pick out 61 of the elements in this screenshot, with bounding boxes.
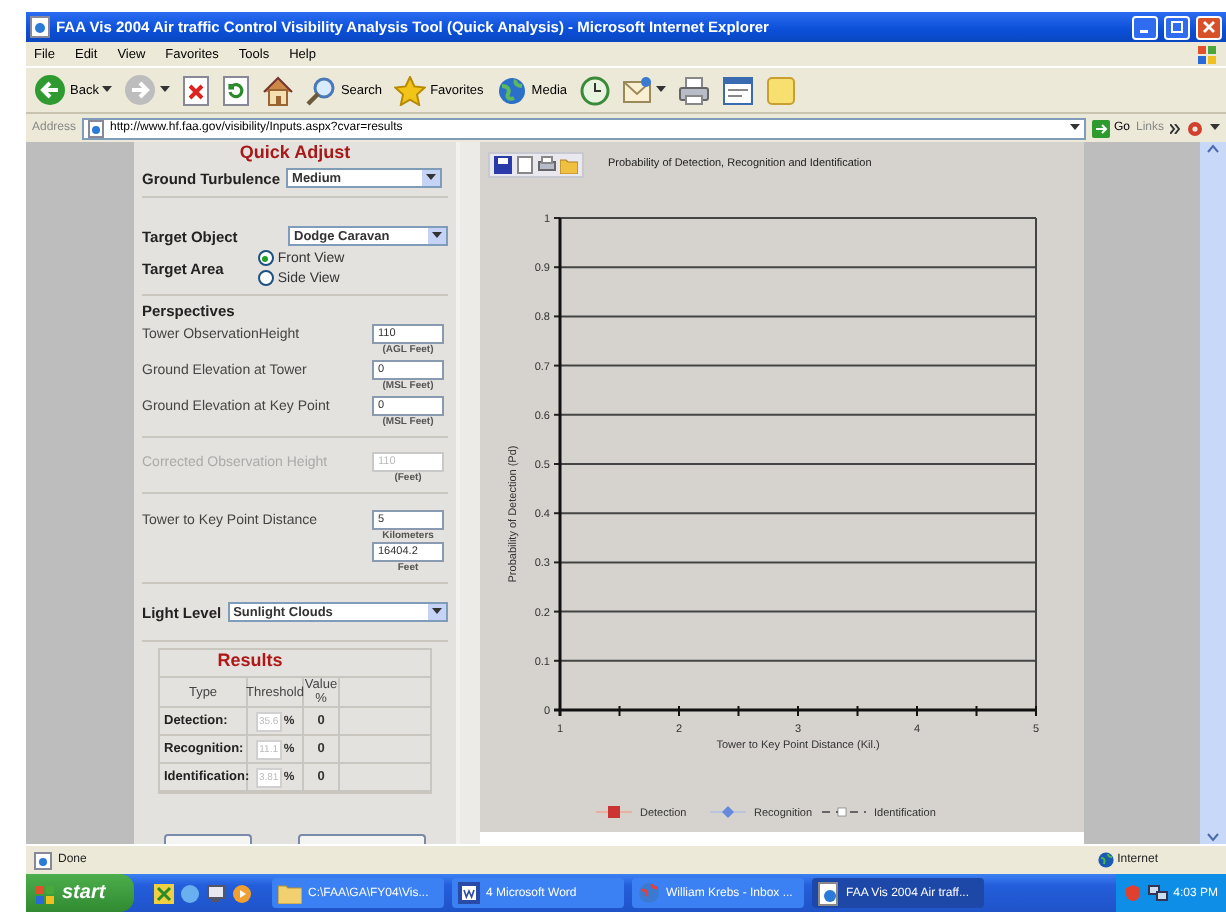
caret-icon: [1069, 124, 1080, 132]
print-button[interactable]: [675, 75, 712, 105]
cut-off-button[interactable]: [297, 834, 426, 844]
caret-icon: [426, 174, 437, 182]
globe-icon: [1097, 852, 1114, 868]
scroll-up-icon[interactable]: [1206, 142, 1220, 154]
globe-icon: [638, 882, 660, 904]
section-heading: Quick Adjust: [237, 142, 353, 162]
folder-icon: [278, 883, 302, 903]
caret-icon: [432, 232, 442, 240]
page-icon: [818, 881, 840, 905]
globe-icon: [495, 75, 528, 105]
caret-icon: [102, 86, 113, 94]
refresh-button[interactable]: [220, 75, 253, 105]
spreadsheet-icon[interactable]: [154, 883, 174, 903]
caret-icon: [655, 86, 666, 94]
globe-icon[interactable]: [180, 883, 200, 903]
magnifier-icon: [306, 75, 337, 105]
stop-icon: [182, 75, 211, 105]
envelope-icon: [621, 76, 654, 104]
caret-icon: [431, 608, 442, 616]
house-icon: [262, 75, 295, 105]
caret-icon: [1210, 124, 1220, 132]
scroll-down-icon[interactable]: [1206, 832, 1220, 844]
maximize-button[interactable]: [1164, 15, 1190, 39]
caret-icon: [160, 86, 171, 94]
printer-icon: [677, 75, 710, 105]
printer-icon[interactable]: [538, 156, 556, 174]
results-title: Results: [160, 650, 340, 678]
legend-square-marker-icon: [595, 806, 633, 818]
cut-off-button[interactable]: [164, 834, 253, 844]
maximize-icon: [1170, 20, 1184, 34]
stop-button[interactable]: [180, 75, 213, 105]
clock-icon: [579, 75, 610, 105]
media-player-icon[interactable]: [232, 883, 252, 903]
shield-icon: [1123, 884, 1142, 902]
page-icon: [30, 16, 50, 38]
legend-dashed-line-icon: [821, 807, 867, 817]
refresh-icon: [222, 75, 251, 105]
close-icon: [1202, 20, 1216, 34]
network-icon: [1147, 884, 1168, 902]
document-icon: [458, 882, 480, 904]
home-button[interactable]: [260, 75, 297, 105]
note-icon: [765, 75, 796, 105]
close-button[interactable]: [1196, 15, 1222, 39]
window-icon: [721, 75, 754, 105]
scrollbar[interactable]: [1200, 142, 1226, 844]
desktop-icon[interactable]: [206, 883, 226, 903]
double-chevron-icon: [1170, 123, 1180, 133]
save-icon[interactable]: [494, 156, 512, 174]
windows-flag-icon: [1196, 44, 1218, 64]
mail-button[interactable]: [619, 76, 668, 104]
star-icon: [394, 75, 427, 105]
page-icon: [88, 119, 105, 137]
windows-flag-icon: [34, 883, 56, 903]
arrow-icon: [1091, 119, 1110, 137]
legend-diamond-marker-icon: [709, 806, 747, 818]
minimize-button[interactable]: [1132, 15, 1158, 39]
page-icon: [34, 851, 52, 869]
edit-button[interactable]: [719, 75, 756, 105]
history-button[interactable]: [577, 75, 612, 105]
